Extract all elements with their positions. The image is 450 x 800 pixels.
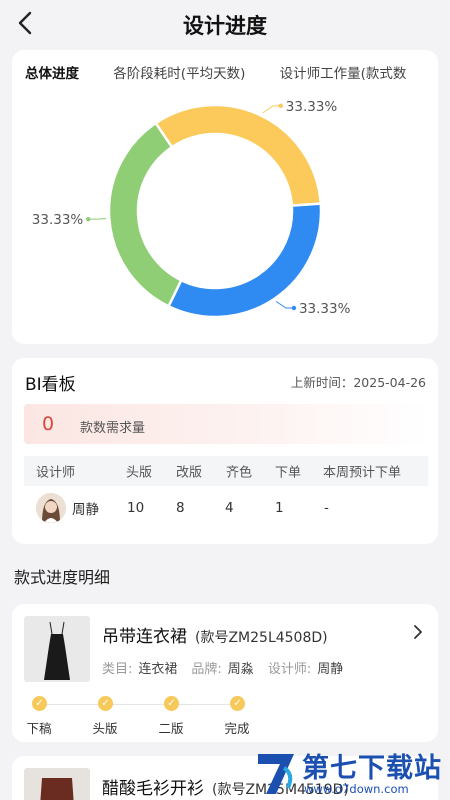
cell-order: 1 [275,500,284,516]
donut-slice [166,202,323,319]
category-label: 类目: [102,662,133,677]
top-bar: 设计进度 [0,0,450,48]
watermark-logo: 第七下载站 www.d7down.com [254,746,450,800]
brand-label: 品牌: [191,662,222,677]
product-thumbnail [24,616,90,682]
item-title: 吊带连衣裙 (款号ZM25L4508D) [102,622,328,647]
leader-dot [291,305,297,311]
avatar [36,493,66,523]
leader-line [88,218,107,220]
demand-count: 0 [42,413,55,435]
demand-summary: 0 款数需求量 [24,404,428,444]
step-check-icon: ✓ [164,696,179,711]
designer-value: 周静 [317,662,344,677]
category-value: 连衣裙 [138,662,178,677]
donut-slice [107,121,183,308]
logo-icon [258,754,294,794]
slice-label: 33.33% [299,301,351,317]
step-label: 头版 [92,721,118,736]
table-row[interactable]: 周静 10 8 4 1 - [24,491,428,525]
step-label: 下稿 [26,721,52,736]
donut-chart: 33.33% 33.33% 33.33% [32,99,351,319]
leader-dot [86,216,91,222]
item-name: 吊带连衣裙 [102,627,187,647]
bi-title: BI看板 [25,375,76,395]
watermark-url: www.d7down.com [304,782,409,796]
leader-line [275,300,294,309]
cell-designer: 周静 [72,502,99,518]
step-check-icon: ✓ [230,696,245,711]
col-revise: 改版 [176,465,203,481]
item-code: (款号ZM25L4508D) [195,630,328,646]
page-title: 设计进度 [183,14,267,38]
style-item-card[interactable]: 吊带连衣裙 (款号ZM25L4508D) 类目: 连衣裙 品牌: 周淼 设计师: 周静 ✓ … [12,604,438,742]
slice-label: 33.33% [32,212,84,228]
leader-dot [278,103,283,109]
col-first: 头版 [126,465,153,481]
bi-dashboard-card: BI看板 上新时间：2025-04-26 0 款数需求量 设计师 头版 改版 齐… [12,358,438,544]
progress-steps: ✓ ✓ ✓ ✓ 下稿 头版 二版 完成 [12,696,438,736]
cell-revise: 8 [176,500,185,516]
slice-label: 33.33% [286,99,338,115]
section-title: 款式进度明细 [14,568,111,587]
leader-line [262,105,281,114]
chevron-right-icon[interactable] [412,624,424,640]
cell-color: 4 [225,500,234,516]
update-time: 上新时间：2025-04-26 [290,375,426,390]
donut-slice [153,103,323,207]
col-color: 齐色 [226,465,253,481]
col-designer: 设计师 [36,465,76,481]
cell-weekly: - [324,500,329,516]
designer-label: 设计师: [267,662,312,677]
brand-value: 周淼 [227,662,254,677]
step-check-icon: ✓ [32,696,47,711]
demand-label: 款数需求量 [80,421,146,436]
table-header: 设计师 头版 改版 齐色 下单 本周预计下单 [24,456,428,486]
cell-first: 10 [127,500,145,516]
item-name: 醋酸毛衫开衫 [102,779,204,799]
product-thumbnail [24,768,90,800]
overview-card: 总体进度 各阶段耗时(平均天数) 设计师工作量(款式数 33.33% 33.33%… [12,50,438,344]
watermark-text: 第七下载站 [302,753,442,784]
step-check-icon: ✓ [98,696,113,711]
step-label: 完成 [224,721,250,736]
step-label: 二版 [158,721,184,736]
col-weekly: 本周预计下单 [323,465,402,481]
col-order: 下单 [275,465,302,481]
item-meta: 类目: 连衣裙 品牌: 周淼 设计师: 周静 [102,658,357,677]
